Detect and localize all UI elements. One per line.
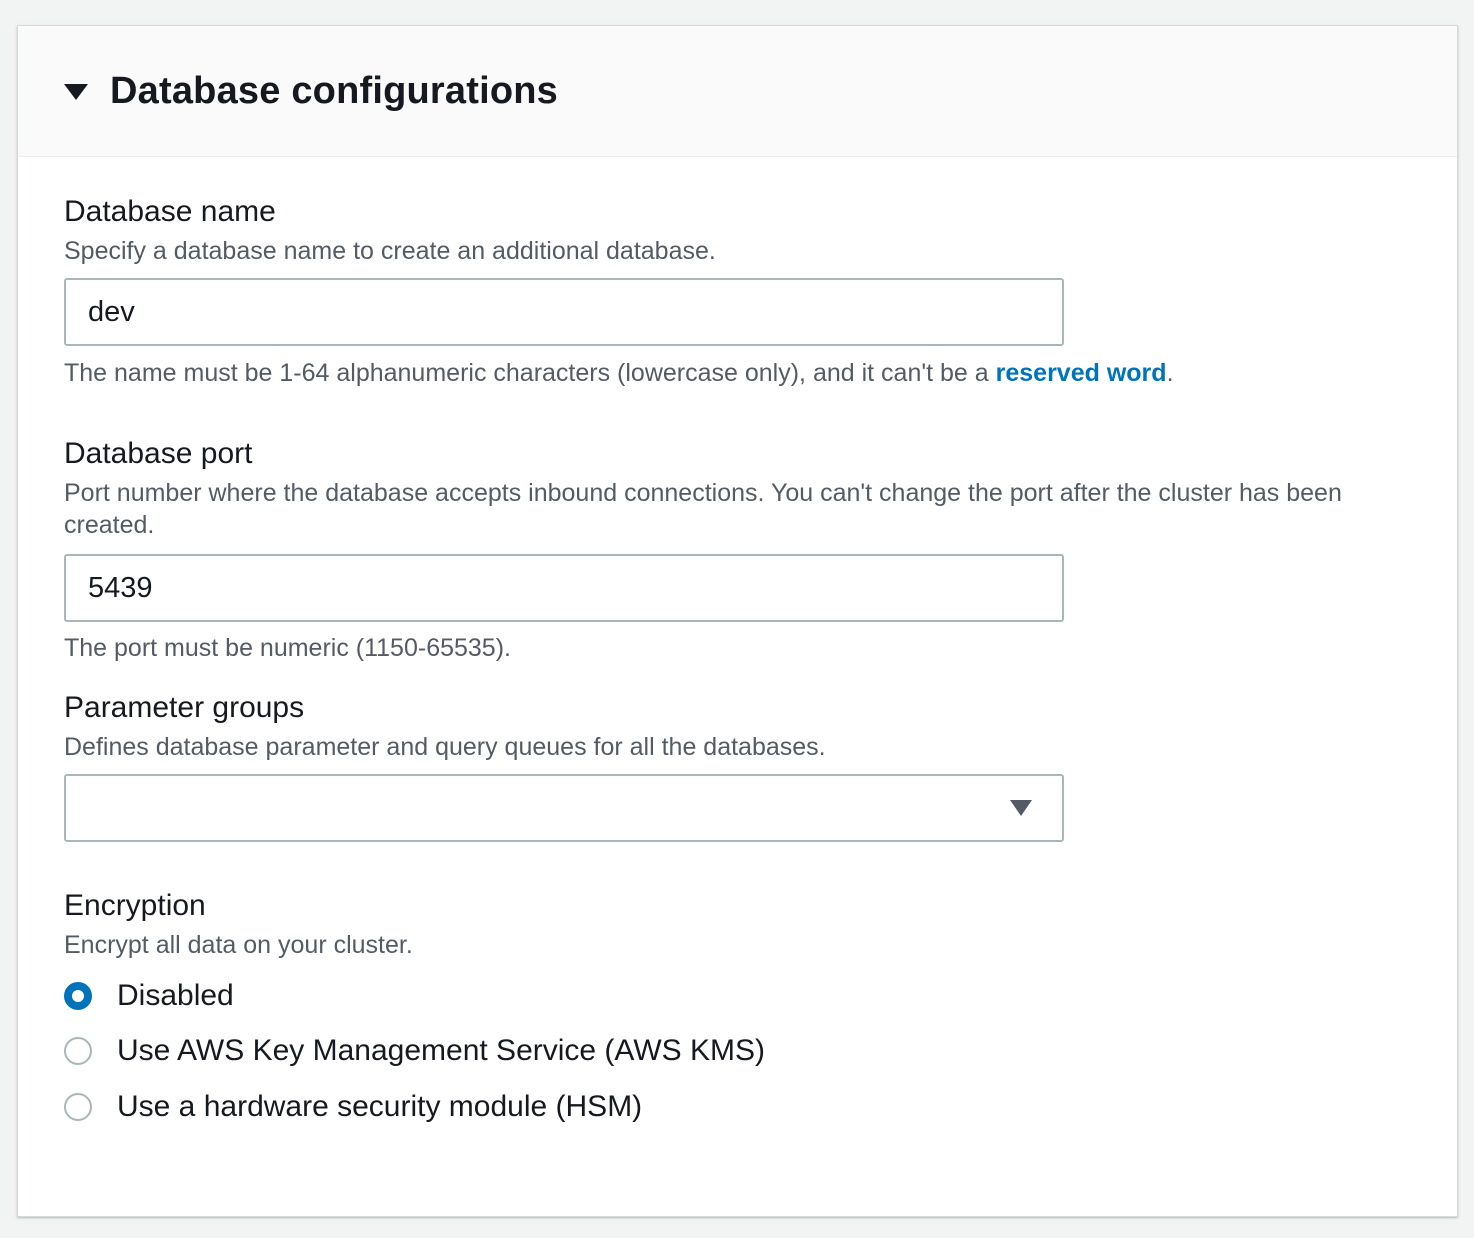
encryption-option-aws-kms[interactable]: Use AWS Key Management Service (AWS KMS) [64, 1034, 765, 1068]
parameter-groups-description: Defines database parameter and query que… [64, 733, 826, 761]
encryption-description: Encrypt all data on your cluster. [64, 931, 413, 959]
encryption-label: Encryption [64, 889, 206, 922]
database-name-hint: The name must be 1-64 alphanumeric chara… [64, 359, 1174, 388]
panel-title: Database configurations [110, 69, 559, 112]
panel-header[interactable]: Database configurations [18, 26, 1457, 157]
database-port-description: Port number where the database accepts i… [64, 479, 1342, 539]
database-name-label: Database name [64, 195, 276, 228]
database-port-input[interactable] [64, 554, 1064, 622]
database-configurations-panel: Database configurations Database name Sp… [17, 25, 1458, 1217]
encryption-option-disabled[interactable]: Disabled [64, 979, 234, 1013]
radio-label: Disabled [117, 979, 234, 1012]
radio-button-checked[interactable] [64, 982, 92, 1010]
parameter-groups-select[interactable] [64, 774, 1064, 842]
radio-label: Use a hardware security module (HSM) [117, 1090, 643, 1123]
database-name-hint-suffix: . [1166, 359, 1174, 387]
reserved-word-link[interactable]: reserved word [996, 359, 1167, 387]
database-port-hint: The port must be numeric (1150-65535). [64, 634, 511, 662]
caret-down-icon [1010, 800, 1032, 816]
database-name-description: Specify a database name to create an add… [64, 237, 716, 265]
encryption-option-hsm[interactable]: Use a hardware security module (HSM) [64, 1090, 642, 1124]
database-name-input[interactable] [64, 278, 1064, 346]
database-name-hint-text: The name must be 1-64 alphanumeric chara… [64, 359, 996, 387]
radio-button[interactable] [64, 1093, 92, 1121]
radio-label: Use AWS Key Management Service (AWS KMS) [117, 1034, 765, 1067]
radio-button[interactable] [64, 1037, 92, 1065]
collapse-caret-icon[interactable] [64, 84, 88, 100]
parameter-groups-label: Parameter groups [64, 691, 305, 724]
database-port-label: Database port [64, 437, 253, 470]
